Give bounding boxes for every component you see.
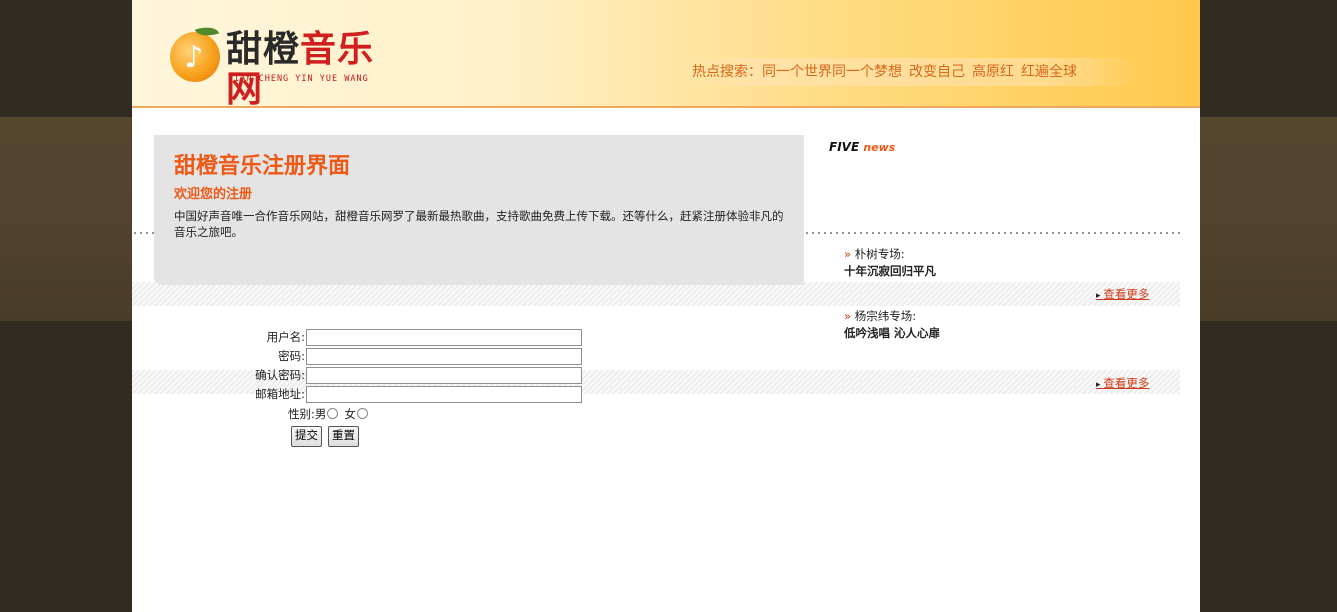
- confirm-password-input[interactable]: [306, 367, 582, 384]
- special-title: 十年沉寂回归平凡: [844, 264, 936, 278]
- music-note-icon: ♪: [184, 40, 204, 75]
- form-buttons: 提交 重置: [291, 426, 582, 447]
- registration-form: 用户名: 密码: 确认密码: 邮箱地址: 性别: 男 女 提交 重置: [244, 328, 582, 447]
- hot-search-label: 热点搜索：: [692, 64, 762, 80]
- username-row: 用户名:: [244, 328, 582, 347]
- password-input[interactable]: [306, 348, 582, 365]
- username-label: 用户名:: [266, 330, 305, 344]
- submit-button[interactable]: 提交: [291, 426, 322, 447]
- site-header: ♪ 甜橙音乐网 TIAN CHENG YIN YUE WANG 热点搜索：同一个…: [132, 0, 1200, 110]
- hot-search-bar: 热点搜索：同一个世界同一个梦想 改变自己 高原红 红遍全球: [670, 58, 1140, 86]
- password-label: 密码:: [278, 349, 305, 363]
- email-label: 邮箱地址:: [255, 387, 305, 401]
- page-container: ♪ 甜橙音乐网 TIAN CHENG YIN YUE WANG 热点搜索：同一个…: [132, 0, 1200, 612]
- special-name: 杨宗纬专场:: [844, 308, 940, 324]
- reset-button[interactable]: 重置: [328, 426, 359, 447]
- logo-subtitle: TIAN CHENG YIN YUE WANG: [228, 74, 369, 84]
- special-name: 朴树专场:: [844, 246, 936, 262]
- email-input[interactable]: [306, 386, 582, 403]
- hot-search-term[interactable]: 红遍全球: [1021, 64, 1077, 80]
- gender-row: 性别: 男 女: [288, 404, 582, 423]
- gender-label: 性别:: [288, 406, 315, 421]
- special-item[interactable]: 杨宗纬专场: 低吟浅唱 沁人心扉: [844, 308, 940, 341]
- hot-search-term[interactable]: 改变自己: [909, 64, 965, 80]
- confirm-password-row: 确认密码:: [244, 366, 582, 385]
- password-row: 密码:: [244, 347, 582, 366]
- gender-male-label: 男: [314, 406, 327, 421]
- page-title: 甜橙音乐注册界面: [174, 154, 351, 179]
- more-link[interactable]: 查看更多: [1096, 286, 1149, 302]
- gender-male-radio[interactable]: [327, 408, 339, 419]
- intro-panel: 甜橙音乐注册界面 欢迎您的注册 中国好声音唯一合作音乐网站，甜橙音乐网罗了最新最…: [154, 135, 804, 285]
- special-item[interactable]: 朴树专场: 十年沉寂回归平凡: [844, 246, 936, 279]
- logo-title: 甜橙音乐网: [226, 29, 375, 110]
- welcome-subtitle: 欢迎您的注册: [174, 187, 253, 202]
- email-row: 邮箱地址:: [244, 385, 582, 404]
- gender-female-label: 女: [344, 406, 356, 421]
- more-link[interactable]: 查看更多: [1096, 375, 1149, 391]
- gender-female-radio[interactable]: [356, 408, 368, 419]
- striped-divider: [132, 282, 1180, 306]
- five-news-heading: FIVE news: [829, 140, 896, 154]
- intro-text: 中国好声音唯一合作音乐网站，甜橙音乐网罗了最新最热歌曲，支持歌曲免费上传下载。还…: [174, 209, 784, 239]
- special-title: 低吟浅唱 沁人心扉: [844, 326, 941, 340]
- confirm-password-label: 确认密码:: [255, 368, 305, 382]
- site-logo[interactable]: ♪ 甜橙音乐网 TIAN CHENG YIN YUE WANG: [170, 22, 400, 110]
- username-input[interactable]: [306, 329, 582, 346]
- hot-search-term[interactable]: 同一个世界同一个梦想: [762, 64, 902, 80]
- hot-search-term[interactable]: 高原红: [972, 64, 1014, 80]
